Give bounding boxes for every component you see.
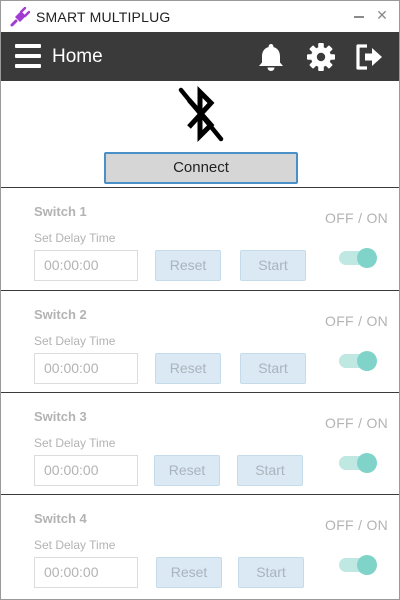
- delay-label: Set Delay Time: [34, 231, 116, 245]
- app-header: Home: [1, 32, 399, 81]
- app-title: SMART MULTIPLUG: [36, 9, 171, 25]
- switch-name: Switch 3: [34, 409, 87, 424]
- bell-icon[interactable]: [255, 41, 287, 73]
- close-icon[interactable]: ✕: [374, 7, 390, 23]
- gear-icon[interactable]: [305, 41, 337, 73]
- off-on-label: OFF / ON: [325, 210, 389, 226]
- reset-button[interactable]: Reset: [154, 455, 220, 486]
- delay-time-field[interactable]: 00:00:00: [34, 353, 138, 384]
- switch-name: Switch 2: [34, 307, 87, 322]
- power-toggle[interactable]: [339, 248, 377, 268]
- plug-icon: [10, 7, 30, 27]
- reset-button[interactable]: Reset: [155, 250, 221, 281]
- logout-icon[interactable]: [353, 41, 385, 73]
- switch-name: Switch 1: [34, 204, 87, 219]
- reset-button[interactable]: Reset: [156, 557, 222, 588]
- power-toggle[interactable]: [339, 351, 377, 371]
- switch-row-3: Switch 3 Set Delay Time 00:00:00 Reset S…: [1, 392, 399, 494]
- start-button[interactable]: Start: [240, 250, 306, 281]
- title-bar: SMART MULTIPLUG ✕: [1, 1, 399, 32]
- bluetooth-disabled-icon: [178, 85, 224, 143]
- connect-button[interactable]: Connect: [104, 152, 298, 184]
- switch-row-2: Switch 2 Set Delay Time 00:00:00 Reset S…: [1, 290, 399, 392]
- delay-time-field[interactable]: 00:00:00: [34, 557, 138, 588]
- power-toggle[interactable]: [339, 453, 377, 473]
- off-on-label: OFF / ON: [325, 313, 389, 329]
- power-toggle[interactable]: [339, 555, 377, 575]
- start-button[interactable]: Start: [240, 353, 306, 384]
- off-on-label: OFF / ON: [325, 517, 389, 533]
- delay-time-field[interactable]: 00:00:00: [34, 250, 138, 281]
- switch-row-4: Switch 4 Set Delay Time 00:00:00 Reset S…: [1, 494, 399, 599]
- start-button[interactable]: Start: [237, 455, 303, 486]
- app-window: SMART MULTIPLUG ✕ Home Connect Switch 1 …: [0, 0, 400, 600]
- reset-button[interactable]: Reset: [155, 353, 221, 384]
- delay-label: Set Delay Time: [34, 436, 116, 450]
- start-button[interactable]: Start: [238, 557, 304, 588]
- switch-row-1: Switch 1 Set Delay Time 00:00:00 Reset S…: [1, 187, 399, 289]
- menu-icon[interactable]: [15, 44, 41, 68]
- delay-label: Set Delay Time: [34, 538, 116, 552]
- delay-label: Set Delay Time: [34, 334, 116, 348]
- off-on-label: OFF / ON: [325, 415, 389, 431]
- page-title: Home: [52, 46, 103, 67]
- switch-name: Switch 4: [34, 511, 87, 526]
- delay-time-field[interactable]: 00:00:00: [34, 455, 138, 486]
- minimize-icon[interactable]: [351, 7, 367, 23]
